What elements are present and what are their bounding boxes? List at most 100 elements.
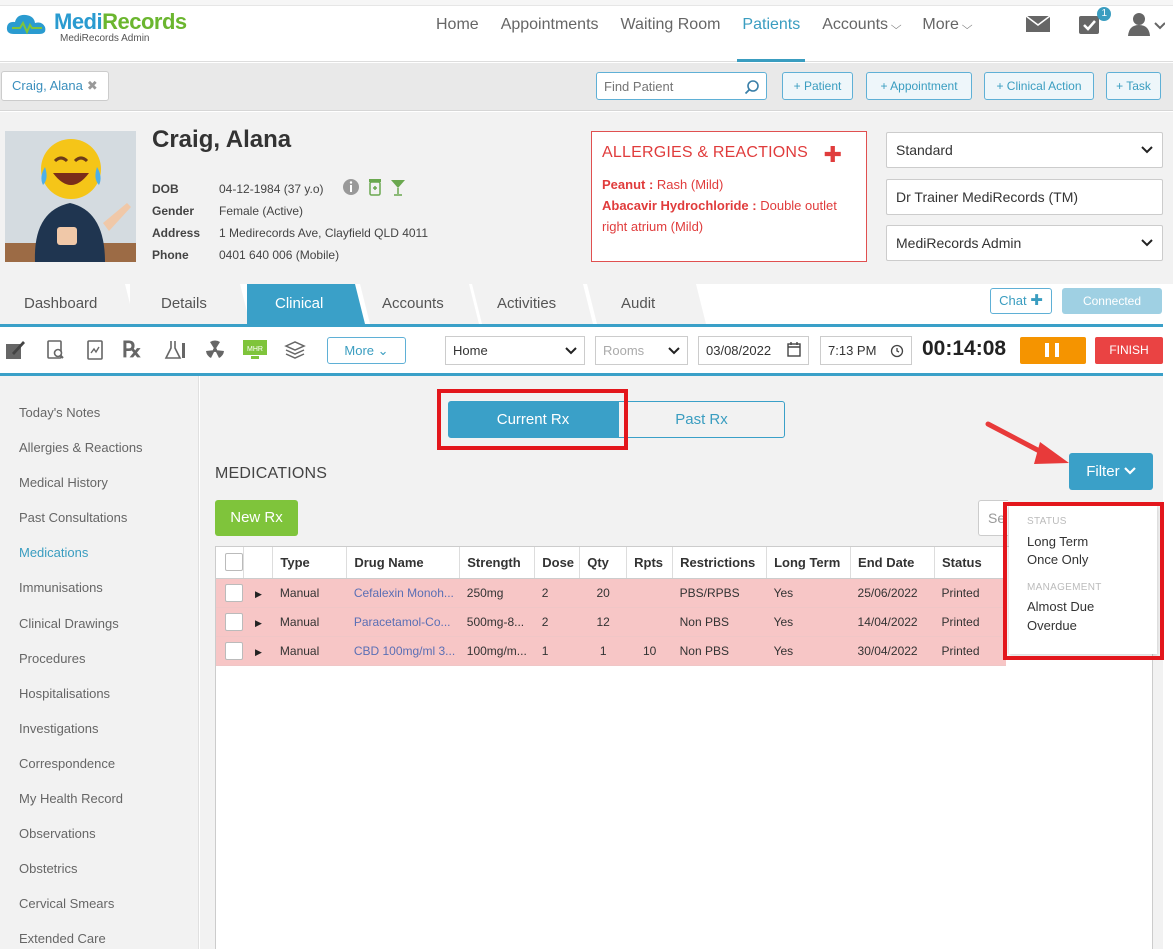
table-row[interactable]: ▶ Manual Cefalexin Monoh... 250mg 2 20 P… (216, 578, 1006, 608)
date-field[interactable]: 03/08/2022 (698, 336, 809, 365)
chat-button[interactable]: Chat ✚ (990, 288, 1052, 314)
radiation-icon[interactable] (204, 339, 226, 361)
sidebar-item-immunisations[interactable]: Immunisations (19, 580, 103, 595)
column-restrictions[interactable]: Restrictions (672, 547, 768, 579)
column-long-term[interactable]: Long Term (766, 547, 852, 579)
alcohol-icon[interactable] (390, 178, 406, 199)
column-drug-name[interactable]: Drug Name (346, 547, 461, 579)
tab-details[interactable]: Details (137, 284, 237, 324)
column-dose[interactable]: Dose (534, 547, 581, 579)
tab-accounts[interactable]: Accounts (358, 284, 466, 324)
nav-accounts[interactable]: Accounts ⌵ (811, 0, 911, 62)
find-patient-field[interactable] (596, 72, 767, 100)
filter-button[interactable]: Filter (1069, 453, 1153, 490)
tab-activities[interactable]: Activities (473, 284, 581, 324)
column-type[interactable]: Type (272, 547, 348, 579)
pill-bottle-icon[interactable] (368, 178, 382, 199)
tab-clinical[interactable]: Clinical (251, 284, 351, 324)
column-qty[interactable]: Qty (579, 547, 628, 579)
info-icon[interactable] (342, 178, 360, 199)
expand-row-icon[interactable]: ▶ (255, 618, 262, 628)
tab-audit[interactable]: Audit (597, 284, 687, 324)
notes-icon[interactable] (4, 339, 26, 361)
cell-strength: 500mg-8... (459, 607, 535, 637)
user-menu-icon[interactable] (1127, 12, 1166, 39)
tab-dashboard[interactable]: Dashboard (0, 284, 120, 324)
time-field[interactable]: 7:13 PM (820, 336, 912, 365)
add-clinical-action-button[interactable]: + Clinical Action (984, 72, 1094, 100)
select-all-checkbox-cell[interactable] (216, 547, 245, 579)
sidebar-item-medications[interactable]: Medications (19, 545, 88, 560)
expand-row-icon[interactable]: ▶ (255, 647, 262, 657)
chart-document-icon[interactable] (84, 339, 106, 361)
cell-end-date: 30/04/2022 (850, 636, 935, 666)
sidebar-item-clinical-drawings[interactable]: Clinical Drawings (19, 616, 119, 631)
sidebar-item-correspondence[interactable]: Correspondence (19, 756, 115, 771)
expand-row-icon[interactable]: ▶ (255, 589, 262, 599)
row-checkbox[interactable] (225, 583, 243, 602)
row-checkbox[interactable] (225, 641, 243, 660)
cell-drug-link[interactable]: Cefalexin Monoh... (346, 578, 460, 608)
column-rpts[interactable]: Rpts (626, 547, 674, 579)
add-task-button[interactable]: + Task (1106, 72, 1161, 100)
my-health-record-icon[interactable]: MHR (242, 339, 268, 361)
sidebar-item-hospitalisations[interactable]: Hospitalisations (19, 686, 110, 701)
sidebar-item-cervical-smears[interactable]: Cervical Smears (19, 896, 114, 911)
sidebar-item-medical-history[interactable]: Medical History (19, 475, 108, 490)
sidebar-item-procedures[interactable]: Procedures (19, 651, 85, 666)
location-select[interactable]: Home (445, 336, 585, 365)
sidebar-item-past-consultations[interactable]: Past Consultations (19, 510, 127, 525)
column-end-date[interactable]: End Date (850, 547, 935, 579)
chevron-down-icon (1123, 463, 1136, 480)
cell-drug-link[interactable]: CBD 100mg/ml 3... (346, 636, 460, 666)
sidebar-item-todays-notes[interactable]: Today's Notes (19, 405, 100, 420)
plan-select[interactable]: Standard (886, 132, 1163, 168)
document-search-icon[interactable] (44, 339, 66, 361)
connected-status-button[interactable]: Connected (1062, 288, 1162, 314)
practitioner-field[interactable]: Dr Trainer MediRecords (TM) (886, 179, 1163, 215)
nav-home[interactable]: Home (425, 0, 490, 62)
app-logo[interactable]: MediRecords MediRecords Admin (4, 10, 187, 44)
find-patient-input[interactable] (597, 73, 737, 99)
nav-more[interactable]: More ⌵ (911, 0, 982, 62)
close-icon[interactable]: ✖ (87, 78, 98, 93)
open-patient-tab[interactable]: Craig, Alana ✖ (1, 71, 109, 101)
pause-button[interactable] (1020, 337, 1086, 364)
sidebar-item-observations[interactable]: Observations (19, 826, 96, 841)
patient-status-icons (342, 178, 406, 199)
more-tools-button[interactable]: More ⌄ (327, 337, 406, 364)
nav-patients[interactable]: Patients (731, 0, 811, 62)
clock-icon[interactable] (890, 337, 904, 373)
add-allergy-icon[interactable]: ✚ (824, 142, 842, 168)
select-all-checkbox[interactable] (225, 553, 243, 572)
lab-flask-icon[interactable] (163, 339, 185, 361)
sidebar-item-my-health-record[interactable]: My Health Record (19, 791, 123, 806)
column-strength[interactable]: Strength (459, 547, 536, 579)
sidebar-item-allergies[interactable]: Allergies & Reactions (19, 440, 143, 455)
table-row[interactable]: ▶ Manual Paracetamol-Co... 500mg-8... 2 … (216, 607, 1006, 637)
table-row[interactable]: ▶ Manual CBD 100mg/ml 3... 100mg/m... 1 … (216, 636, 1006, 666)
nav-icons: 1 (1025, 6, 1166, 40)
mail-icon[interactable] (1025, 14, 1051, 37)
sidebar-item-obstetrics[interactable]: Obstetrics (19, 861, 78, 876)
new-rx-button[interactable]: New Rx (215, 500, 298, 536)
sidebar-item-investigations[interactable]: Investigations (19, 721, 99, 736)
add-appointment-button[interactable]: + Appointment (866, 72, 972, 100)
add-patient-button[interactable]: + Patient (782, 72, 853, 100)
tasks-icon[interactable]: 1 (1077, 6, 1111, 38)
main-menu: Home Appointments Waiting Room Patients … (425, 0, 982, 62)
nav-waiting-room[interactable]: Waiting Room (610, 0, 732, 62)
search-icon[interactable] (744, 79, 760, 98)
calendar-icon[interactable] (787, 337, 801, 373)
organisation-select[interactable]: MediRecords Admin (886, 225, 1163, 261)
cell-drug-link[interactable]: Paracetamol-Co... (346, 607, 460, 637)
sidebar-item-extended-care[interactable]: Extended Care (19, 931, 106, 946)
past-rx-button[interactable]: Past Rx (618, 401, 785, 438)
finish-button[interactable]: FINISH (1095, 337, 1163, 364)
row-checkbox[interactable] (225, 612, 243, 631)
nav-appointments[interactable]: Appointments (490, 0, 610, 62)
stack-layers-icon[interactable] (284, 339, 306, 361)
rooms-select[interactable]: Rooms (595, 336, 688, 365)
column-status[interactable]: Status (934, 547, 1007, 579)
prescription-icon[interactable]: ℞ (122, 339, 144, 361)
